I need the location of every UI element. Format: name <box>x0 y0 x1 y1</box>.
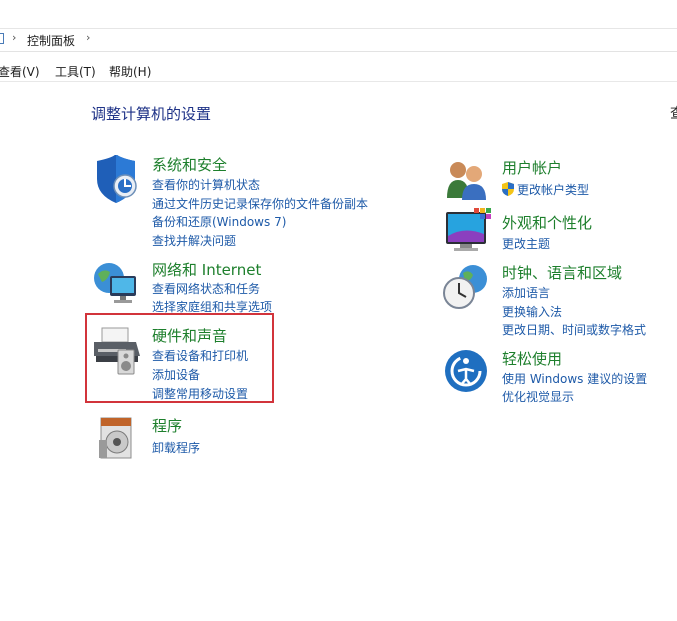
link-network-status[interactable]: 查看网络状态和任务 <box>152 280 260 297</box>
link-troubleshoot[interactable]: 查找并解决问题 <box>152 232 236 249</box>
view-by-dropdown[interactable]: 查 <box>670 103 677 123</box>
clock-globe-icon[interactable] <box>441 263 493 315</box>
programs-icon[interactable] <box>97 414 149 466</box>
category-network-internet[interactable]: 网络和 Internet <box>152 259 261 280</box>
ease-of-access-icon[interactable] <box>444 349 496 401</box>
category-appearance[interactable]: 外观和个性化 <box>502 212 592 233</box>
menu-tools[interactable]: 工具(T) <box>55 63 96 80</box>
highlight-box <box>85 313 274 403</box>
link-view-computer-status[interactable]: 查看你的计算机状态 <box>152 176 260 193</box>
breadcrumb-control-panel[interactable]: 控制面板 <box>27 32 75 49</box>
link-optimize-visual-display[interactable]: 优化视觉显示 <box>502 388 574 405</box>
link-change-input-method[interactable]: 更换输入法 <box>502 303 562 320</box>
network-globe-icon[interactable] <box>92 258 144 310</box>
link-uninstall-program[interactable]: 卸载程序 <box>152 439 200 456</box>
link-change-account-type[interactable]: 更改帐户类型 <box>517 181 589 198</box>
link-add-language[interactable]: 添加语言 <box>502 284 550 301</box>
link-backup-restore[interactable]: 备份和还原(Windows 7) <box>152 213 286 230</box>
control-panel-icon <box>0 33 4 44</box>
menu-bar: 查看(V) 工具(T) 帮助(H) <box>0 52 677 82</box>
category-user-accounts[interactable]: 用户帐户 <box>502 157 562 178</box>
category-programs[interactable]: 程序 <box>152 415 182 436</box>
menu-view[interactable]: 查看(V) <box>0 63 40 80</box>
breadcrumb-chevron-icon[interactable]: › <box>12 31 16 44</box>
link-file-history[interactable]: 通过文件历史记录保存你的文件备份副本 <box>152 195 368 212</box>
category-clock-language-region[interactable]: 时钟、语言和区域 <box>502 262 622 283</box>
address-bar: › 控制面板 › <box>0 0 677 52</box>
category-system-security[interactable]: 系统和安全 <box>152 154 227 175</box>
link-recommended-settings[interactable]: 使用 Windows 建议的设置 <box>502 370 647 387</box>
page-title: 调整计算机的设置 <box>91 105 212 123</box>
link-change-date-time-format[interactable]: 更改日期、时间或数字格式 <box>502 321 646 338</box>
category-ease-of-access[interactable]: 轻松使用 <box>502 348 562 369</box>
menu-help[interactable]: 帮助(H) <box>109 63 151 80</box>
uac-shield-icon <box>502 181 514 196</box>
shield-icon[interactable] <box>94 153 146 207</box>
link-change-theme[interactable]: 更改主题 <box>502 235 550 252</box>
appearance-monitor-icon[interactable] <box>444 208 496 260</box>
user-accounts-icon[interactable] <box>444 156 496 208</box>
breadcrumb-chevron-icon[interactable]: › <box>86 31 90 44</box>
address-top-divider <box>0 28 677 29</box>
